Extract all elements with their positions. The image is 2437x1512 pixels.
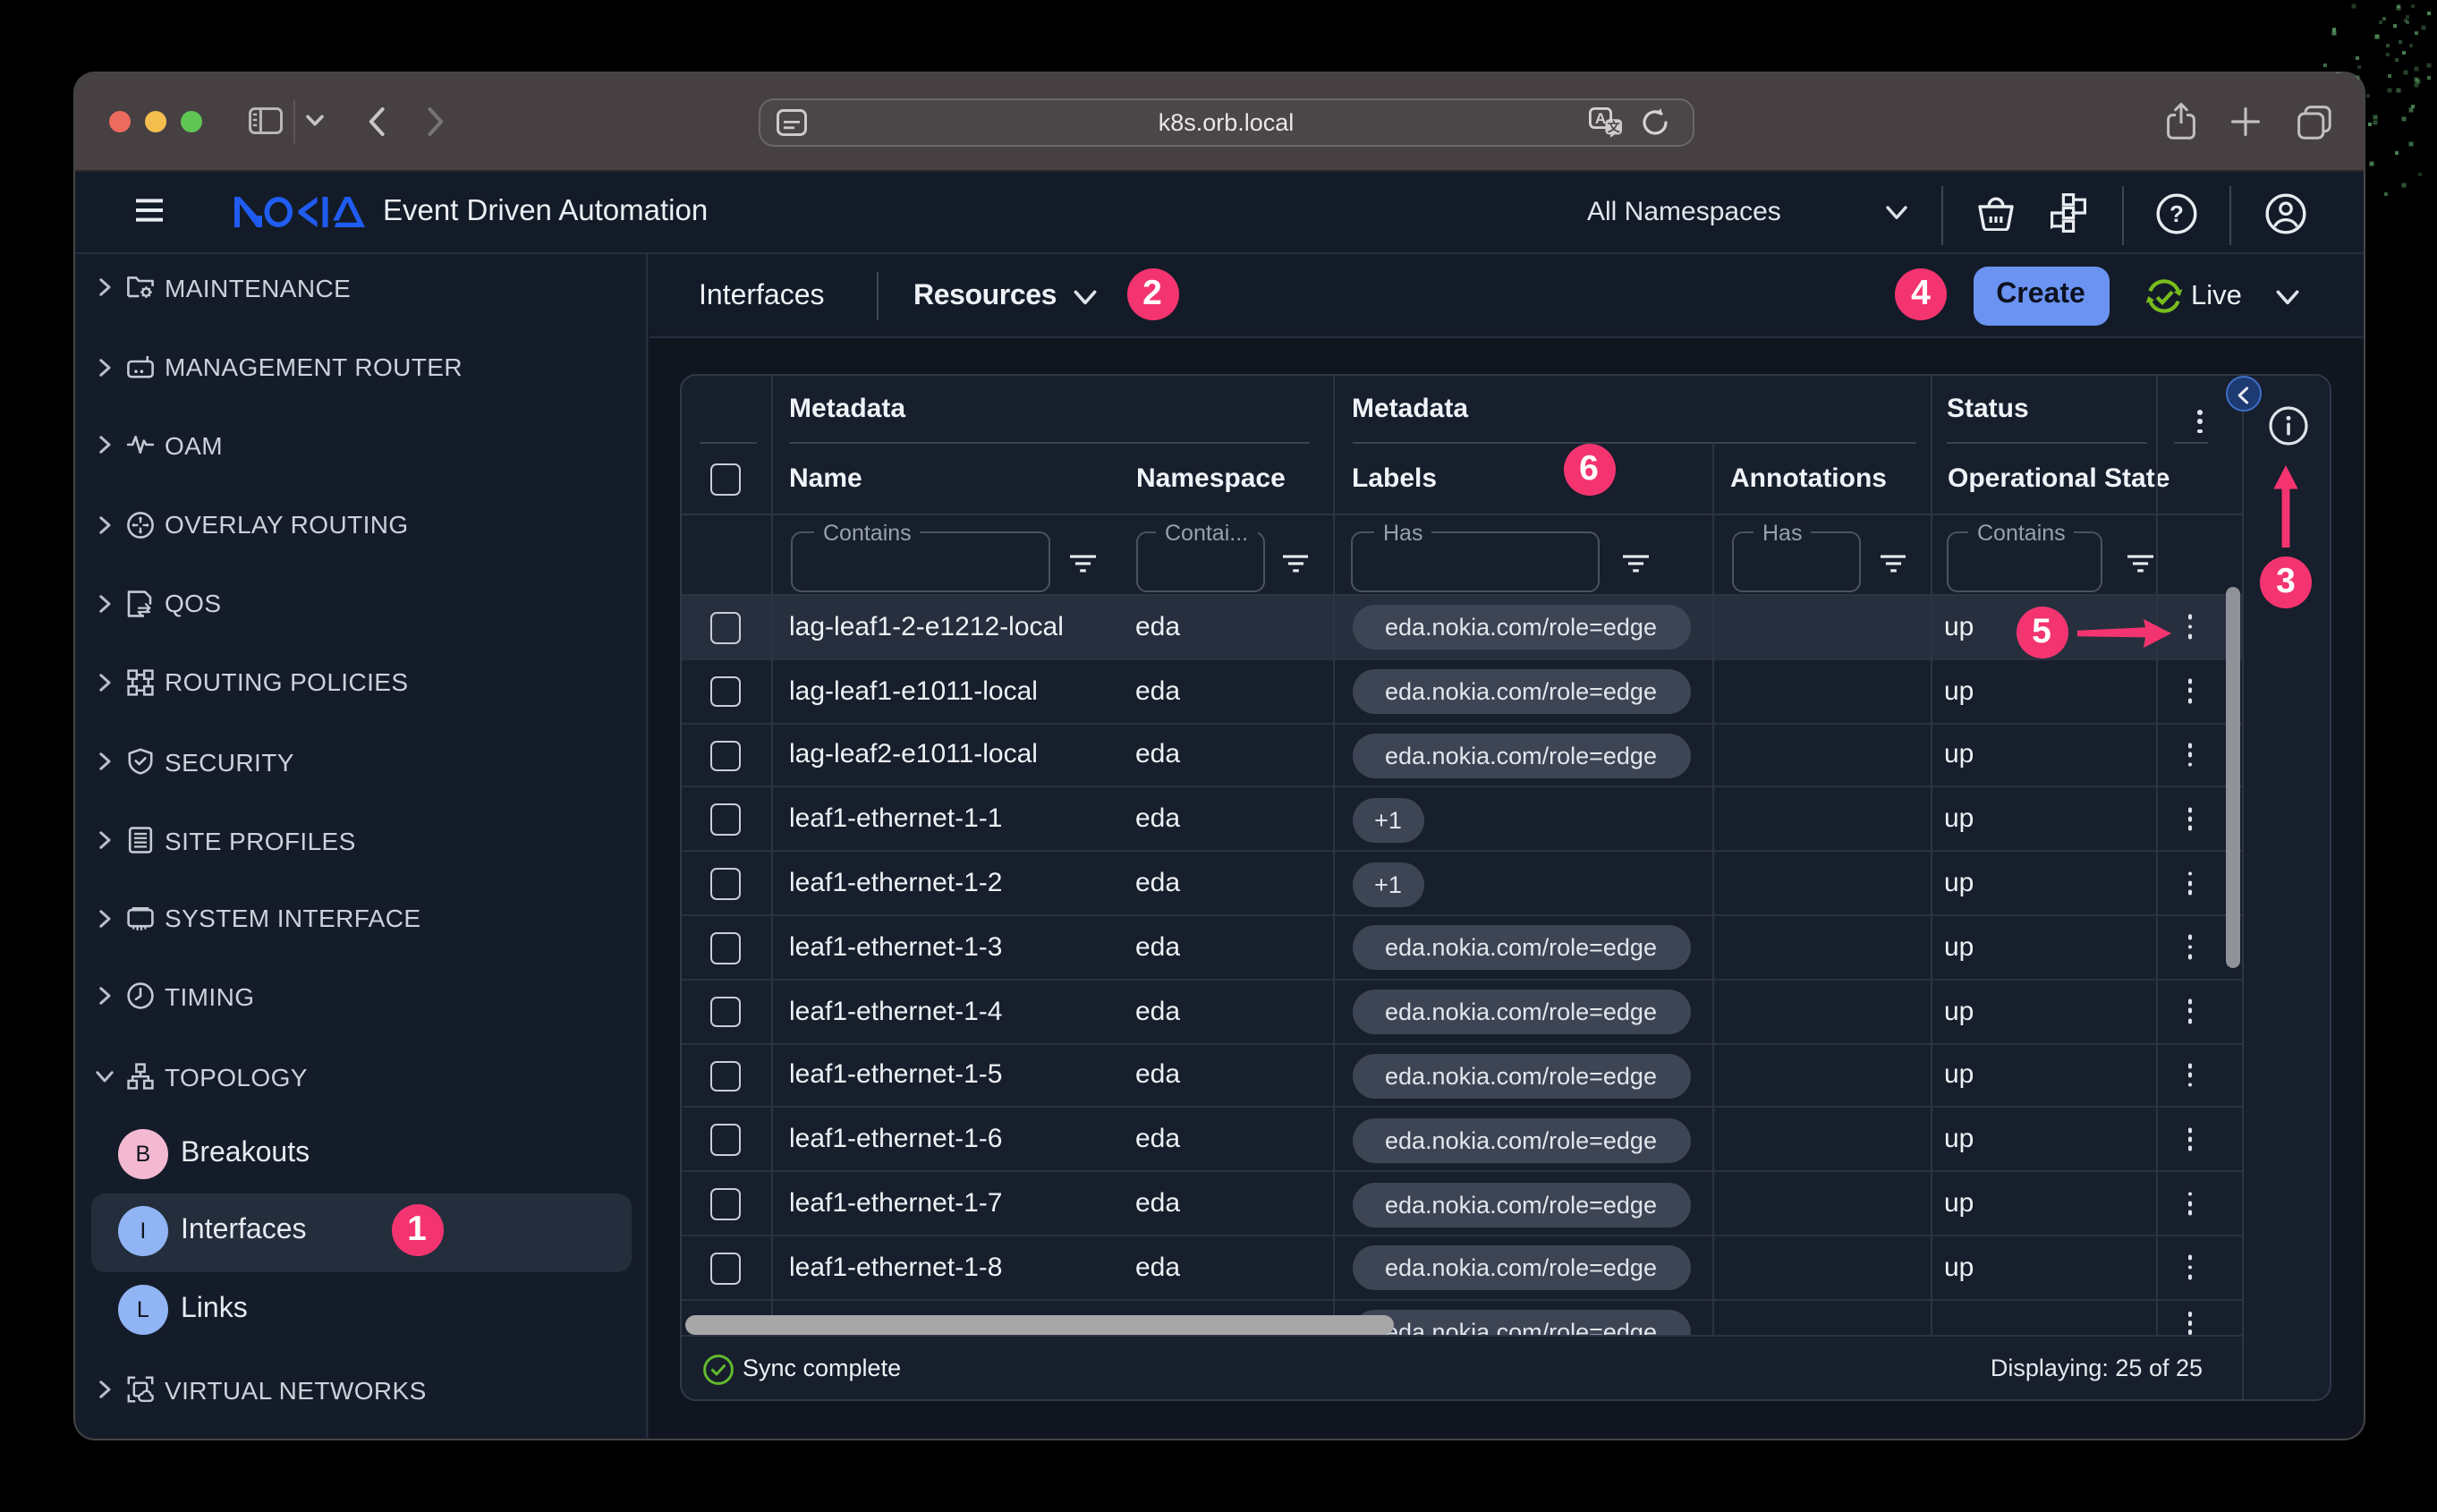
svg-text:A: A: [1594, 110, 1605, 127]
svg-text:?: ?: [2169, 200, 2183, 226]
svg-text:文: 文: [1607, 120, 1620, 134]
